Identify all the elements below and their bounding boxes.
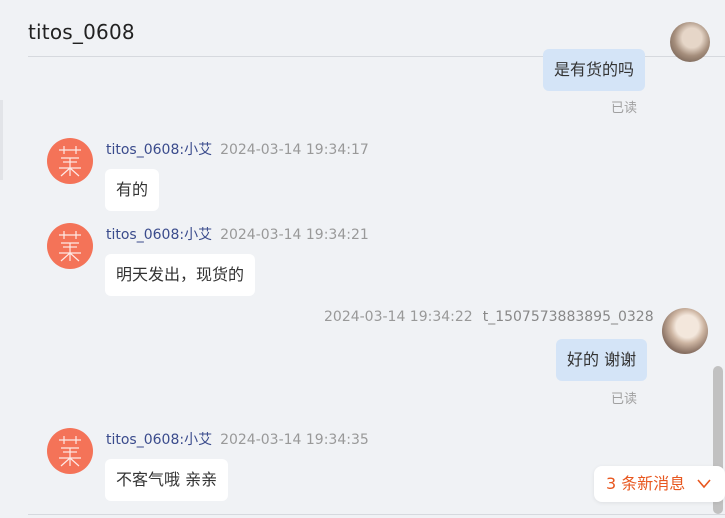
message-bubble-incoming[interactable]: 不客气哦 亲亲 — [105, 459, 229, 501]
message-meta: titos_0608:小艾 2024-03-14 19:34:17 — [106, 139, 369, 159]
chat-title: titos_0608 — [28, 20, 135, 44]
read-status: 已读 — [611, 392, 638, 407]
message-meta: titos_0608:小艾 2024-03-14 19:34:21 — [106, 224, 369, 244]
message-meta: titos_0608:小艾 2024-03-14 19:34:35 — [106, 429, 369, 449]
shop-avatar-icon[interactable] — [47, 428, 93, 474]
left-panel-edge — [0, 100, 3, 180]
user-avatar-icon[interactable] — [670, 22, 710, 62]
user-avatar-icon[interactable] — [662, 308, 708, 354]
message-bubble-outgoing[interactable]: 是有货的吗 — [543, 49, 646, 91]
new-messages-button[interactable]: 3 条新消息 — [594, 466, 725, 502]
chevron-down-icon — [697, 466, 711, 515]
sender-name[interactable]: titos_0608:小艾 — [106, 227, 212, 243]
message-bubble-incoming[interactable]: 明天发出，现货的 — [105, 254, 256, 296]
message-time: 2024-03-14 19:34:35 — [220, 432, 369, 448]
new-messages-label: 3 条新消息 — [606, 474, 686, 493]
sender-name[interactable]: titos_0608:小艾 — [106, 432, 212, 448]
input-divider — [28, 514, 725, 515]
message-meta-outgoing: 2024-03-14 19:34:22 t_1507573883895_0328 — [324, 309, 654, 325]
shop-avatar-icon[interactable] — [47, 223, 93, 269]
sender-name[interactable]: titos_0608:小艾 — [106, 142, 212, 158]
shop-logo-icon — [59, 436, 81, 467]
message-bubble-outgoing[interactable]: 好的 谢谢 — [556, 339, 648, 381]
shop-logo-icon — [59, 146, 81, 177]
shop-logo-icon — [59, 231, 81, 262]
message-time: 2024-03-14 19:34:22 — [324, 309, 473, 325]
message-time: 2024-03-14 19:34:17 — [220, 142, 369, 158]
sender-name: t_1507573883895_0328 — [482, 309, 654, 325]
message-time: 2024-03-14 19:34:21 — [220, 227, 369, 243]
read-status: 已读 — [611, 101, 638, 116]
shop-avatar-icon[interactable] — [47, 138, 93, 184]
message-bubble-incoming[interactable]: 有的 — [105, 169, 160, 211]
